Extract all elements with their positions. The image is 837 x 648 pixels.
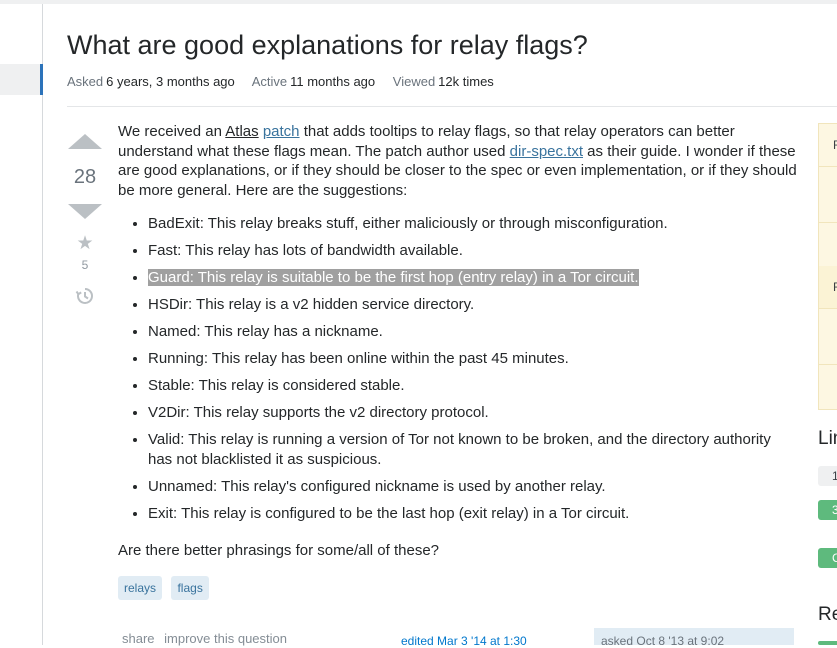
asked-info: asked Oct 8 '13 at 9:02 bbox=[594, 628, 794, 648]
active-value[interactable]: 11 months ago bbox=[290, 74, 375, 89]
favorite-count: 5 bbox=[81, 258, 89, 272]
list-item: V2Dir: This relay supports the v2 direct… bbox=[148, 403, 798, 423]
linked-heading: Lin bbox=[818, 428, 837, 449]
selected-text: Guard: This relay is suitable to be the … bbox=[148, 269, 639, 286]
improve-question-link[interactable]: improve this question bbox=[164, 631, 287, 646]
list-item: Named: This relay has a nickname. bbox=[148, 322, 798, 342]
share-link[interactable]: share bbox=[122, 631, 155, 646]
downvote-icon[interactable] bbox=[68, 204, 102, 219]
active-label: Active bbox=[251, 74, 288, 89]
list-item: HSDir: This relay is a v2 hidden service… bbox=[148, 295, 798, 315]
box-divider bbox=[819, 222, 837, 223]
question-meta: Asked 6 years, 3 months ago Active 11 mont… bbox=[67, 74, 508, 89]
favorite-star-icon[interactable]: ★ bbox=[66, 232, 104, 255]
left-sidebar-active-item[interactable] bbox=[0, 64, 43, 95]
list-item: Running: This relay has been online with… bbox=[148, 349, 798, 369]
dir-spec-link[interactable]: dir-spec.txt bbox=[510, 143, 583, 160]
box-divider bbox=[819, 308, 837, 309]
question-title[interactable]: What are good explanations for relay fla… bbox=[67, 30, 588, 61]
tag-flags[interactable]: flags bbox=[171, 576, 209, 600]
asked-label: Asked bbox=[67, 74, 104, 89]
box-divider bbox=[819, 166, 837, 167]
list-item: Guard: This relay is suitable to be the … bbox=[148, 268, 798, 288]
intro-paragraph: We received an Atlas patch that adds too… bbox=[118, 123, 797, 199]
vote-count: 28 bbox=[73, 166, 97, 188]
viewed-label: Viewed bbox=[392, 74, 436, 89]
related-heading: Re bbox=[818, 604, 837, 625]
box-header-text: F bbox=[833, 280, 837, 294]
top-bar bbox=[0, 0, 837, 4]
divider bbox=[67, 106, 837, 107]
asked-value: 6 years, 3 months ago bbox=[106, 74, 235, 89]
list-item: Unnamed: This relay's configured nicknam… bbox=[148, 477, 798, 497]
linked-vote-pill[interactable]: 1 bbox=[818, 466, 837, 486]
tag-list: relays flags bbox=[118, 576, 214, 600]
edited-info[interactable]: edited Mar 3 '14 at 1:30 bbox=[401, 634, 527, 648]
atlas-link[interactable]: Atlas bbox=[225, 123, 258, 140]
related-vote-pill[interactable] bbox=[818, 641, 837, 645]
linked-vote-pill[interactable]: 3 bbox=[818, 500, 837, 520]
patch-link[interactable]: patch bbox=[263, 123, 300, 140]
box-divider bbox=[819, 364, 837, 365]
box-header-text: F bbox=[833, 138, 837, 152]
flags-list: BadExit: This relay breaks stuff, either… bbox=[118, 214, 798, 523]
closing-paragraph: Are there better phrasings for some/all … bbox=[118, 542, 440, 559]
list-item: Stable: This relay is considered stable. bbox=[148, 376, 798, 396]
sidebar-featured-box: F F bbox=[818, 123, 837, 410]
question-body: We received an Atlas patch that adds too… bbox=[118, 122, 798, 561]
post-menu: share improve this question bbox=[122, 631, 293, 646]
list-item: BadExit: This relay breaks stuff, either… bbox=[148, 214, 798, 234]
history-icon[interactable] bbox=[75, 286, 95, 306]
linked-vote-pill[interactable]: C bbox=[818, 548, 837, 568]
list-item: Fast: This relay has lots of bandwidth a… bbox=[148, 241, 798, 261]
tag-relays[interactable]: relays bbox=[118, 576, 163, 600]
list-item: Valid: This relay is running a version o… bbox=[148, 430, 798, 469]
list-item: Exit: This relay is configured to be the… bbox=[148, 504, 798, 524]
upvote-icon[interactable] bbox=[68, 134, 102, 149]
left-sidebar bbox=[0, 4, 43, 645]
viewed-value: 12k times bbox=[438, 74, 494, 89]
